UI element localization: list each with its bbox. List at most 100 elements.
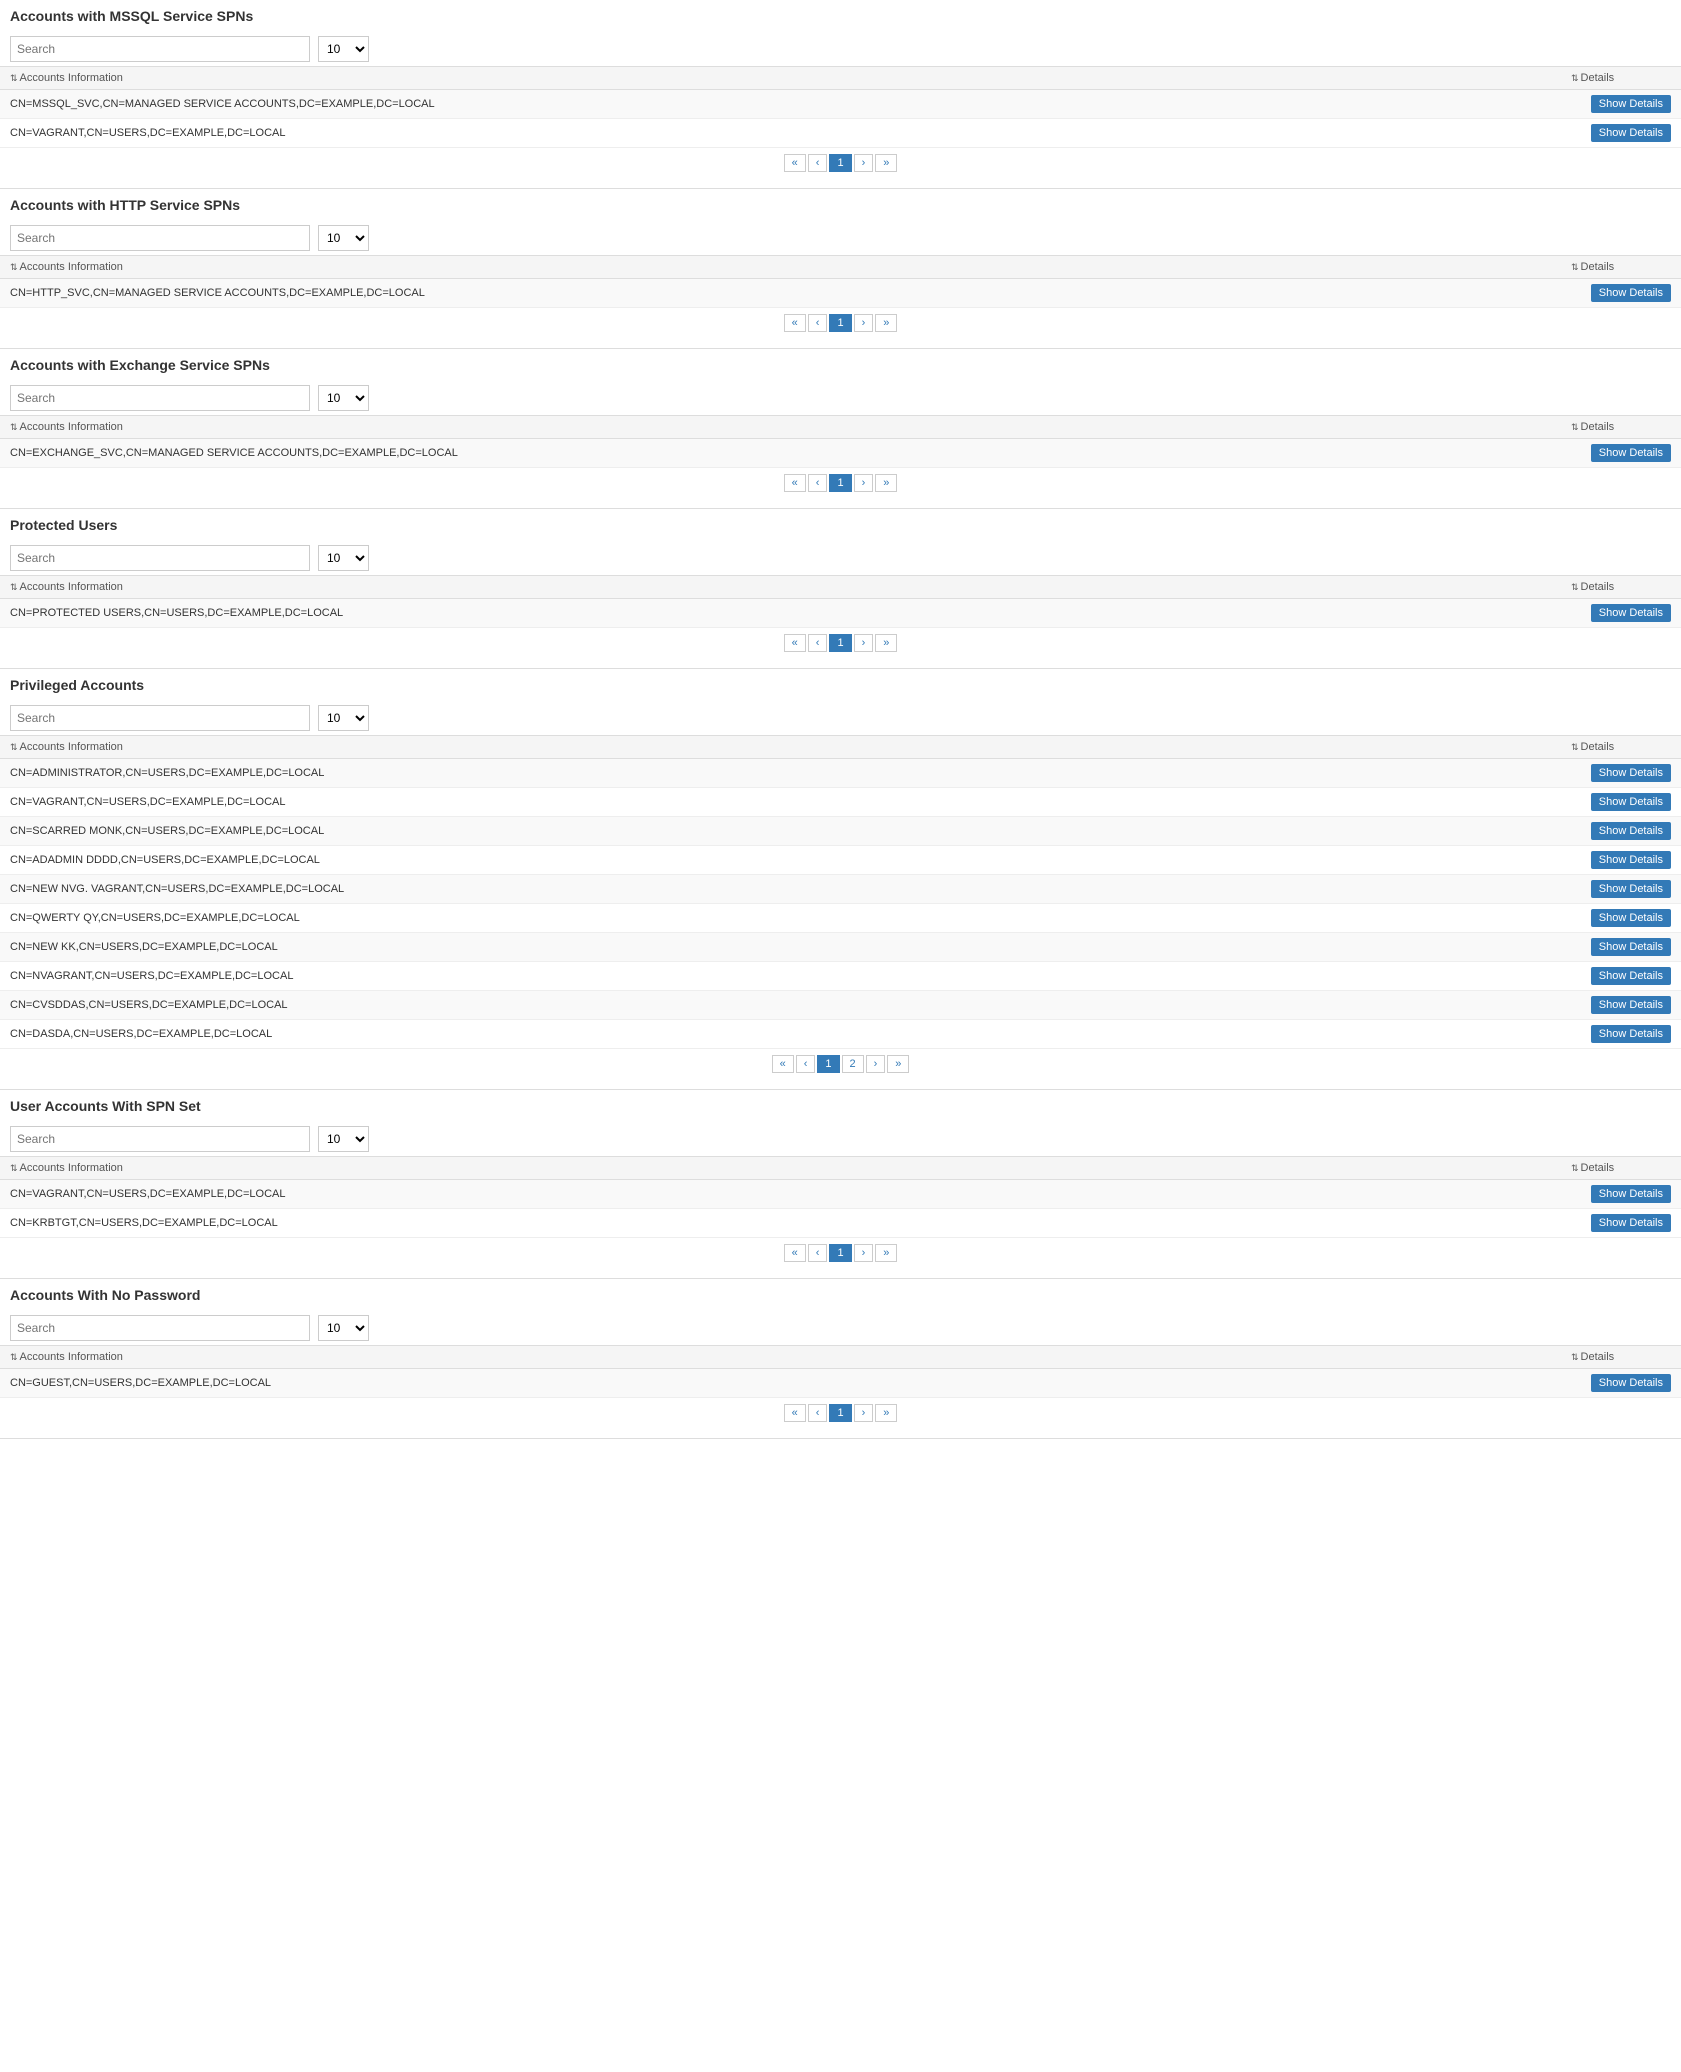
col-accounts-header-mssql-spns[interactable]: ⇅Accounts Information bbox=[0, 67, 1561, 90]
pagination-next-button[interactable]: › bbox=[854, 1404, 874, 1422]
pagination-last-button[interactable]: » bbox=[875, 154, 897, 172]
section-protected-users: Protected Users102550100⇅Accounts Inform… bbox=[0, 509, 1681, 669]
show-details-button[interactable]: Show Details bbox=[1591, 909, 1671, 927]
show-details-button[interactable]: Show Details bbox=[1591, 444, 1671, 462]
pagination-first-button[interactable]: « bbox=[784, 1244, 806, 1262]
col-details-header-http-spns[interactable]: ⇅Details bbox=[1561, 256, 1681, 279]
table-row: CN=NVAGRANT,CN=USERS,DC=EXAMPLE,DC=LOCAL… bbox=[0, 962, 1681, 991]
col-accounts-header-user-accounts-spn[interactable]: ⇅Accounts Information bbox=[0, 1157, 1561, 1180]
page-size-select-privileged-accounts[interactable]: 102550100 bbox=[318, 705, 369, 731]
pagination-current-button[interactable]: 1 bbox=[829, 474, 851, 492]
sort-icon: ⇅ bbox=[1571, 262, 1579, 272]
table-protected-users: ⇅Accounts Information⇅DetailsCN=PROTECTE… bbox=[0, 575, 1681, 628]
pagination-next-button[interactable]: › bbox=[854, 634, 874, 652]
col-details-header-exchange-spns[interactable]: ⇅Details bbox=[1561, 416, 1681, 439]
account-cell: CN=NEW KK,CN=USERS,DC=EXAMPLE,DC=LOCAL bbox=[0, 933, 1561, 962]
pagination-first-button[interactable]: « bbox=[784, 474, 806, 492]
sort-icon: ⇅ bbox=[10, 422, 18, 432]
detail-cell: Show Details bbox=[1561, 991, 1681, 1020]
show-details-button[interactable]: Show Details bbox=[1591, 851, 1671, 869]
page-size-select-protected-users[interactable]: 102550100 bbox=[318, 545, 369, 571]
pagination-page2-button[interactable]: 2 bbox=[842, 1055, 864, 1073]
pagination-prev-button[interactable]: ‹ bbox=[808, 1244, 828, 1262]
pagination-prev-button[interactable]: ‹ bbox=[808, 634, 828, 652]
show-details-button[interactable]: Show Details bbox=[1591, 822, 1671, 840]
col-details-header-no-password[interactable]: ⇅Details bbox=[1561, 1346, 1681, 1369]
pagination-current-button[interactable]: 1 bbox=[829, 1404, 851, 1422]
pagination-last-button[interactable]: » bbox=[875, 1244, 897, 1262]
table-row: CN=SCARRED MONK,CN=USERS,DC=EXAMPLE,DC=L… bbox=[0, 817, 1681, 846]
pagination-prev-button[interactable]: ‹ bbox=[808, 1404, 828, 1422]
show-details-button[interactable]: Show Details bbox=[1591, 764, 1671, 782]
pagination-current-button[interactable]: 1 bbox=[829, 1244, 851, 1262]
pagination-no-password: «‹1›» bbox=[0, 1398, 1681, 1428]
show-details-button[interactable]: Show Details bbox=[1591, 95, 1671, 113]
page-size-select-no-password[interactable]: 102550100 bbox=[318, 1315, 369, 1341]
page-size-select-user-accounts-spn[interactable]: 102550100 bbox=[318, 1126, 369, 1152]
page-size-select-exchange-spns[interactable]: 102550100 bbox=[318, 385, 369, 411]
pagination-prev-button[interactable]: ‹ bbox=[808, 154, 828, 172]
col-accounts-header-privileged-accounts[interactable]: ⇅Accounts Information bbox=[0, 736, 1561, 759]
pagination-last-button[interactable]: » bbox=[887, 1055, 909, 1073]
pagination-first-button[interactable]: « bbox=[772, 1055, 794, 1073]
controls-no-password: 102550100 bbox=[0, 1311, 1681, 1345]
show-details-button[interactable]: Show Details bbox=[1591, 1185, 1671, 1203]
show-details-button[interactable]: Show Details bbox=[1591, 967, 1671, 985]
show-details-button[interactable]: Show Details bbox=[1591, 1025, 1671, 1043]
col-accounts-header-exchange-spns[interactable]: ⇅Accounts Information bbox=[0, 416, 1561, 439]
search-input-privileged-accounts[interactable] bbox=[10, 705, 310, 731]
pagination-first-button[interactable]: « bbox=[784, 634, 806, 652]
pagination-last-button[interactable]: » bbox=[875, 314, 897, 332]
table-mssql-spns: ⇅Accounts Information⇅DetailsCN=MSSQL_SV… bbox=[0, 66, 1681, 148]
detail-cell: Show Details bbox=[1561, 875, 1681, 904]
search-input-http-spns[interactable] bbox=[10, 225, 310, 251]
pagination-next-button[interactable]: › bbox=[854, 474, 874, 492]
pagination-next-button[interactable]: › bbox=[854, 154, 874, 172]
pagination-next-button[interactable]: › bbox=[854, 314, 874, 332]
col-details-header-protected-users[interactable]: ⇅Details bbox=[1561, 576, 1681, 599]
col-details-header-mssql-spns[interactable]: ⇅Details bbox=[1561, 67, 1681, 90]
show-details-button[interactable]: Show Details bbox=[1591, 996, 1671, 1014]
pagination-current-button[interactable]: 1 bbox=[817, 1055, 839, 1073]
show-details-button[interactable]: Show Details bbox=[1591, 938, 1671, 956]
pagination-first-button[interactable]: « bbox=[784, 1404, 806, 1422]
show-details-button[interactable]: Show Details bbox=[1591, 284, 1671, 302]
col-details-header-user-accounts-spn[interactable]: ⇅Details bbox=[1561, 1157, 1681, 1180]
pagination-prev-button[interactable]: ‹ bbox=[808, 314, 828, 332]
col-accounts-header-protected-users[interactable]: ⇅Accounts Information bbox=[0, 576, 1561, 599]
search-input-no-password[interactable] bbox=[10, 1315, 310, 1341]
pagination-last-button[interactable]: » bbox=[875, 474, 897, 492]
col-details-header-privileged-accounts[interactable]: ⇅Details bbox=[1561, 736, 1681, 759]
col-accounts-header-no-password[interactable]: ⇅Accounts Information bbox=[0, 1346, 1561, 1369]
show-details-button[interactable]: Show Details bbox=[1591, 604, 1671, 622]
pagination-first-button[interactable]: « bbox=[784, 314, 806, 332]
show-details-button[interactable]: Show Details bbox=[1591, 793, 1671, 811]
pagination-current-button[interactable]: 1 bbox=[829, 314, 851, 332]
show-details-button[interactable]: Show Details bbox=[1591, 1374, 1671, 1392]
search-input-exchange-spns[interactable] bbox=[10, 385, 310, 411]
pagination-current-button[interactable]: 1 bbox=[829, 634, 851, 652]
pagination-last-button[interactable]: » bbox=[875, 1404, 897, 1422]
search-input-mssql-spns[interactable] bbox=[10, 36, 310, 62]
search-input-protected-users[interactable] bbox=[10, 545, 310, 571]
pagination-current-button[interactable]: 1 bbox=[829, 154, 851, 172]
account-cell: CN=PROTECTED USERS,CN=USERS,DC=EXAMPLE,D… bbox=[0, 599, 1561, 628]
pagination-next-button[interactable]: › bbox=[866, 1055, 886, 1073]
show-details-button[interactable]: Show Details bbox=[1591, 124, 1671, 142]
table-row: CN=KRBTGT,CN=USERS,DC=EXAMPLE,DC=LOCALSh… bbox=[0, 1209, 1681, 1238]
table-privileged-accounts: ⇅Accounts Information⇅DetailsCN=ADMINIST… bbox=[0, 735, 1681, 1049]
show-details-button[interactable]: Show Details bbox=[1591, 880, 1671, 898]
sort-icon: ⇅ bbox=[10, 582, 18, 592]
col-accounts-header-http-spns[interactable]: ⇅Accounts Information bbox=[0, 256, 1561, 279]
page-size-select-mssql-spns[interactable]: 102550100 bbox=[318, 36, 369, 62]
search-input-user-accounts-spn[interactable] bbox=[10, 1126, 310, 1152]
table-row: CN=VAGRANT,CN=USERS,DC=EXAMPLE,DC=LOCALS… bbox=[0, 1180, 1681, 1209]
pagination-last-button[interactable]: » bbox=[875, 634, 897, 652]
pagination-next-button[interactable]: › bbox=[854, 1244, 874, 1262]
pagination-prev-button[interactable]: ‹ bbox=[796, 1055, 816, 1073]
show-details-button[interactable]: Show Details bbox=[1591, 1214, 1671, 1232]
pagination-first-button[interactable]: « bbox=[784, 154, 806, 172]
sort-icon: ⇅ bbox=[10, 262, 18, 272]
pagination-prev-button[interactable]: ‹ bbox=[808, 474, 828, 492]
page-size-select-http-spns[interactable]: 102550100 bbox=[318, 225, 369, 251]
